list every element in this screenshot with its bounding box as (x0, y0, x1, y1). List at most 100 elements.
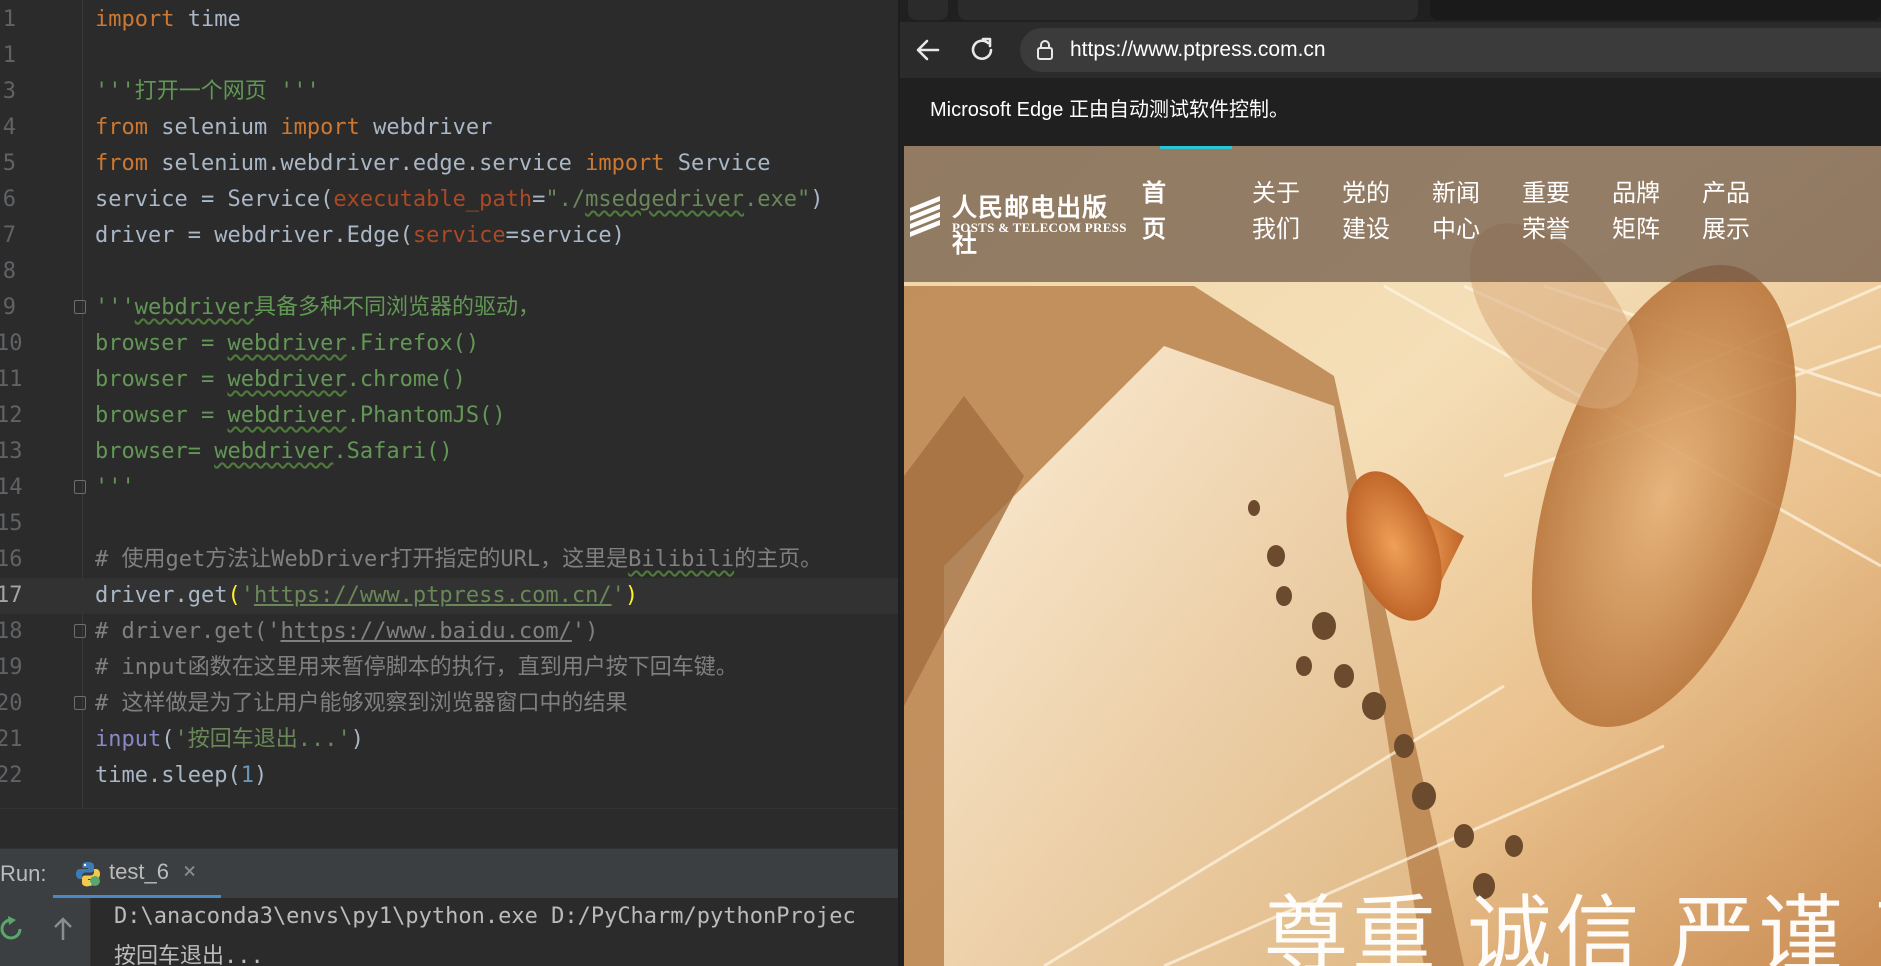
code-text: '''打开一个网页 ''' (95, 74, 320, 110)
pycharm-ide: 1 import time 1 3 '''打开一个网页 ''' 4 from seleniu… (0, 0, 898, 966)
code-line[interactable]: 1 (0, 38, 898, 74)
code-line[interactable]: 11 browser = webdriver.chrome() (0, 362, 898, 398)
run-console[interactable]: D:\anaconda3\envs\py1\python.exe D:/PyCh… (0, 898, 898, 966)
code-line[interactable]: 22 time.sleep(1) (0, 758, 898, 794)
code-text: import time (95, 2, 241, 38)
code-text: browser = webdriver.PhantomJS() (95, 398, 506, 434)
site-nav-item[interactable]: 重要 荣誉 (1514, 176, 1578, 248)
code-token: ) (253, 763, 268, 788)
nav-item-line1: 首 (1142, 180, 1166, 207)
code-token: '''打开一个网页 ''' (95, 79, 320, 104)
code-token: webdriver (214, 439, 334, 464)
code-token: .Firefox() (346, 331, 480, 356)
refresh-icon[interactable] (966, 34, 998, 66)
line-number: 1 (2, 43, 16, 68)
address-bar[interactable]: https://www.ptpress.com.cn (1020, 28, 1881, 72)
site-nav-item[interactable]: 品牌 矩阵 (1604, 176, 1668, 248)
code-token: driver = webdriver.Edge( (95, 223, 413, 248)
ptpress-logo[interactable]: 人民邮电出版社 POSTS & TELECOM PRESS (910, 188, 1130, 258)
code-line[interactable]: 7 driver = webdriver.Edge(service=service… (0, 218, 898, 254)
code-token: browser = (95, 403, 228, 428)
code-token: executable_path (333, 187, 533, 212)
code-text: input('按回车退出...') (95, 722, 364, 758)
code-line[interactable]: 15 (0, 506, 898, 542)
code-line[interactable]: 10 browser = webdriver.Firefox() (0, 326, 898, 362)
site-nav-item[interactable]: 新闻 中心 (1424, 176, 1488, 248)
code-line[interactable]: 13 browser= webdriver.Safari() (0, 434, 898, 470)
code-line[interactable]: 14 ''' (0, 470, 898, 506)
code-token: ) (624, 583, 639, 608)
code-token: = (532, 187, 546, 212)
close-icon[interactable]: × (183, 849, 196, 895)
code-token: import (585, 151, 665, 176)
code-token: # driver.get(' (95, 619, 281, 644)
fold-marker-icon[interactable] (74, 624, 86, 638)
code-line[interactable]: 20 # 这样做是为了让用户能够观察到浏览器窗口中的结果 (0, 686, 898, 722)
infobar-message: Microsoft Edge 正由自动测试软件控制。 (930, 99, 1289, 121)
code-line[interactable]: 12 browser = webdriver.PhantomJS() (0, 398, 898, 434)
fold-marker-icon[interactable] (74, 696, 86, 710)
site-nav-item[interactable]: 关于 我们 (1244, 176, 1308, 248)
code-line[interactable]: 16 # 使用get方法让WebDriver打开指定的URL，这里是Bilibil… (0, 542, 898, 578)
nav-item-line2: 页 (1142, 216, 1166, 243)
tab-fragment[interactable] (908, 0, 948, 20)
code-token: service (412, 223, 506, 248)
run-tool-window-header: Run: test_6 × (0, 848, 898, 899)
code-line[interactable]: 1 import time (0, 2, 898, 38)
code-token: # input函数在这里用来暂停脚本的执行，直到用户按下回车键。 (95, 655, 738, 680)
webpage: 人民邮电出版社 POSTS & TELECOM PRESS 首页关于 我们 党的 建设… (904, 146, 1881, 966)
code-line[interactable]: 6 service = Service(executable_path="./ms… (0, 182, 898, 218)
code-token: 的主页。 (734, 547, 823, 572)
nav-item-line2: 荣誉 (1522, 216, 1570, 243)
run-tab-test6[interactable]: test_6 × (53, 849, 221, 899)
code-token: webdriver (227, 331, 347, 356)
code-line[interactable]: 21 input('按回车退出...') (0, 722, 898, 758)
line-number: 18 (0, 619, 23, 644)
code-token: webdriver (227, 403, 347, 428)
fold-marker-icon[interactable] (74, 480, 86, 494)
code-text: driver.get('https://www.ptpress.com.cn/'… (95, 578, 638, 614)
code-token: driver.get (95, 583, 228, 608)
code-token: time.sleep( (95, 763, 241, 788)
code-token: webdriver (359, 115, 493, 140)
site-nav-item[interactable]: 产品 展示 (1694, 176, 1758, 248)
code-token: ) (810, 187, 824, 212)
run-label: Run: (0, 861, 47, 886)
line-number: 11 (0, 367, 23, 392)
back-arrow-icon[interactable] (912, 34, 944, 66)
nav-item-line2: 中心 (1432, 216, 1480, 243)
code-token: selenium.webdriver.edge.service (147, 151, 586, 176)
nav-item-line1: 产品 (1702, 180, 1750, 207)
code-line[interactable]: 3 '''打开一个网页 ''' (0, 74, 898, 110)
code-token: https://www.baidu.com/ (280, 619, 572, 644)
rerun-icon[interactable] (0, 916, 22, 942)
line-number: 5 (2, 151, 16, 176)
code-line[interactable]: 8 (0, 254, 898, 290)
code-line[interactable]: 19 # input函数在这里用来暂停脚本的执行，直到用户按下回车键。 (0, 650, 898, 686)
tab-fragment[interactable] (1430, 0, 1881, 20)
fold-marker-icon[interactable] (74, 300, 86, 314)
active-tab[interactable] (958, 0, 1418, 20)
code-text: '''webdriver具备多种不同浏览器的驱动， (95, 290, 540, 326)
code-line[interactable]: 4 from selenium import webdriver (0, 110, 898, 146)
code-line[interactable]: 9 '''webdriver具备多种不同浏览器的驱动， (0, 290, 898, 326)
code-line[interactable]: 17 driver.get('https://www.ptpress.com.cn… (0, 578, 898, 614)
code-token: .exe" (744, 187, 811, 212)
code-token: msedgedriver (585, 187, 745, 212)
line-number: 20 (0, 691, 23, 716)
code-text: service = Service(executable_path="./mse… (95, 182, 824, 218)
console-output-line: 按回车退出... (114, 944, 264, 966)
nav-item-line2: 我们 (1252, 216, 1300, 243)
code-token: .PhantomJS() (346, 403, 506, 428)
code-line[interactable]: 18 # driver.get('https://www.baidu.com/') (0, 614, 898, 650)
code-token: ''' (95, 475, 135, 500)
line-number: 12 (0, 403, 23, 428)
code-line[interactable]: 5 from selenium.webdriver.edge.service im… (0, 146, 898, 182)
site-nav-item[interactable]: 党的 建设 (1334, 176, 1398, 248)
site-nav-item[interactable]: 首页 (1122, 176, 1186, 248)
site-navigation: 人民邮电出版社 POSTS & TELECOM PRESS 首页关于 我们 党的 建设… (904, 146, 1881, 282)
code-editor[interactable]: 1 import time 1 3 '''打开一个网页 ''' 4 from seleniu… (0, 0, 898, 808)
arrow-up-icon[interactable] (52, 916, 74, 942)
url-text[interactable]: https://www.ptpress.com.cn (1070, 28, 1326, 72)
lock-icon[interactable] (1034, 39, 1056, 61)
